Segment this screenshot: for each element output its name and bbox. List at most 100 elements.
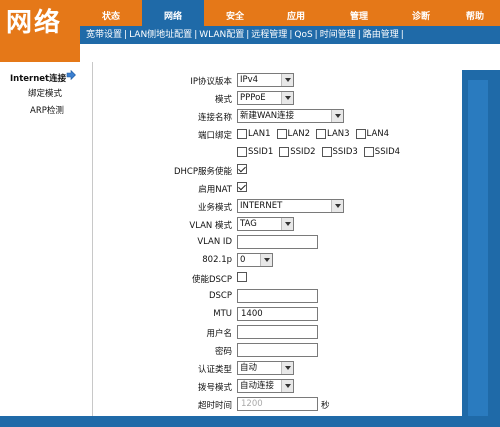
select-dial-mode[interactable]: 自动连接 — [237, 379, 294, 393]
checkbox-box[interactable] — [237, 129, 247, 139]
sub-nav: 宽带设置 | LAN侧地址配置 | WLAN配置 | 远程管理 | QoS | 时间管理 | 路由管理 | — [80, 26, 500, 44]
row-mode: 模式 PPPoE — [92, 91, 462, 107]
label-dial-mode: 拨号模式 — [197, 383, 232, 393]
chevron-down-icon — [281, 74, 293, 86]
row-auth-type: 认证类型 自动 — [92, 361, 462, 377]
select-vlan-mode[interactable]: TAG — [237, 217, 294, 231]
chevron-down-icon — [331, 110, 343, 122]
select-value: TAG — [240, 219, 257, 229]
subnav-item-remote[interactable]: 远程管理 — [251, 30, 287, 40]
nav-item-management[interactable]: 管理 — [326, 0, 392, 26]
subnav-item-time[interactable]: 时间管理 — [320, 30, 356, 40]
checkbox-ssid1[interactable]: SSID1 — [237, 147, 273, 157]
select-8021p[interactable]: 0 — [237, 253, 273, 267]
select-value: 自动 — [240, 363, 258, 373]
label-auth-type: 认证类型 — [197, 365, 232, 375]
nav-item-application[interactable]: 应用 — [266, 0, 326, 26]
row-conn-name: 连接名称 新建WAN连接 — [92, 109, 462, 125]
select-conn-name[interactable]: 新建WAN连接 — [237, 109, 344, 123]
label-mode: 模式 — [214, 95, 232, 105]
checkbox-lan4[interactable]: LAN4 — [355, 129, 390, 139]
nav-item-diagnostics[interactable]: 诊断 — [392, 0, 450, 26]
ssid-checkbox-group: SSID1 SSID2 SSID3 SSID4 — [237, 145, 406, 159]
subnav-item-route[interactable]: 路由管理 — [363, 30, 399, 40]
chevron-down-icon — [281, 380, 293, 392]
row-nat: 启用NAT — [92, 181, 462, 197]
row-dscp: DSCP — [92, 289, 462, 305]
label-ip-version: IP协议版本 — [190, 77, 232, 87]
sidebar-item-internet[interactable]: Internet连接 — [10, 72, 66, 84]
label-8021p: 802.1p — [202, 255, 232, 265]
input-mtu[interactable]: 1400 — [237, 307, 318, 321]
row-dhcp: DHCP服务使能 — [92, 163, 462, 179]
chevron-down-icon — [331, 200, 343, 212]
bottom-bar — [0, 416, 500, 427]
checkbox-ssid4[interactable]: SSID4 — [363, 147, 401, 157]
label-vlan-id: VLAN ID — [197, 237, 232, 247]
select-mode[interactable]: PPPoE — [237, 91, 294, 105]
checkbox-lan1[interactable]: LAN1 — [237, 129, 271, 139]
subnav-item-broadband[interactable]: 宽带设置 — [86, 30, 122, 40]
row-port-bind: 端口绑定 LAN1 LAN2 LAN3 LAN4 — [92, 127, 462, 143]
checkbox-lan3[interactable]: LAN3 — [316, 129, 350, 139]
input-dscp[interactable] — [237, 289, 318, 303]
subnav-separator: | — [357, 30, 361, 40]
label-mtu: MTU — [213, 309, 232, 319]
nav-item-security[interactable]: 安全 — [204, 0, 266, 26]
select-value: PPPoE — [240, 93, 266, 103]
checkbox-ssid3[interactable]: SSID3 — [321, 147, 358, 157]
checkbox-label: SSID4 — [374, 147, 401, 157]
select-ip-version[interactable]: IPv4 — [237, 73, 294, 87]
input-timeout[interactable]: 1200 — [237, 397, 318, 411]
row-username: 用户名 — [92, 325, 462, 341]
row-mtu: MTU 1400 — [92, 307, 462, 323]
select-service-mode[interactable]: INTERNET — [237, 199, 344, 213]
checkbox-box[interactable] — [237, 147, 247, 157]
checkbox-label: SSID2 — [290, 147, 316, 157]
checkbox-box[interactable] — [276, 129, 287, 139]
checkbox-box[interactable] — [321, 147, 332, 157]
input-username[interactable] — [237, 325, 318, 339]
checkbox-label: SSID1 — [248, 147, 274, 157]
sidebar-item-arp[interactable]: ARP检测 — [30, 104, 64, 116]
label-timeout: 超时时间 — [197, 401, 232, 411]
checkbox-box[interactable] — [355, 129, 366, 139]
row-8021p: 802.1p 0 — [92, 253, 462, 269]
checkbox-label: SSID3 — [332, 147, 358, 157]
arrow-right-icon — [66, 70, 76, 80]
select-value: IPv4 — [240, 75, 259, 85]
checkbox-dscp-enable[interactable] — [237, 272, 247, 286]
checkbox-box[interactable] — [279, 147, 290, 157]
nav-item-help[interactable]: 帮助 — [450, 0, 500, 26]
label-username: 用户名 — [206, 329, 232, 339]
checkbox-box[interactable] — [237, 272, 247, 282]
checkbox-dhcp[interactable] — [237, 164, 247, 178]
label-dscp: DSCP — [208, 291, 232, 301]
checkbox-lan2[interactable]: LAN2 — [276, 129, 310, 139]
checkbox-nat[interactable] — [237, 182, 247, 196]
checkbox-box[interactable] — [237, 164, 247, 174]
subnav-separator: | — [400, 30, 404, 40]
select-auth-type[interactable]: 自动 — [237, 361, 294, 375]
sidebar-item-bind-mode[interactable]: 绑定模式 — [28, 87, 62, 99]
label-nat: 启用NAT — [198, 185, 232, 195]
nav-item-status[interactable]: 状态 — [80, 0, 142, 26]
checkbox-box[interactable] — [237, 182, 247, 192]
row-ssid-bind: SSID1 SSID2 SSID3 SSID4 — [92, 145, 462, 161]
subnav-item-lan[interactable]: LAN侧地址配置 — [129, 30, 192, 40]
checkbox-label: LAN4 — [366, 129, 390, 139]
subnav-item-qos[interactable]: QoS — [294, 30, 312, 40]
label-password: 密码 — [214, 347, 232, 357]
nav-item-network[interactable]: 网络 — [142, 0, 204, 26]
checkbox-label: LAN3 — [327, 129, 350, 139]
label-service-mode: 业务模式 — [197, 203, 232, 213]
checkbox-box[interactable] — [316, 129, 327, 139]
input-vlan-id[interactable] — [237, 235, 318, 249]
subnav-item-wlan[interactable]: WLAN配置 — [199, 30, 244, 40]
checkbox-ssid2[interactable]: SSID2 — [279, 147, 316, 157]
row-dscp-enable: 使能DSCP — [92, 271, 462, 287]
input-password[interactable] — [237, 343, 318, 357]
select-value: 0 — [240, 255, 246, 265]
checkbox-box[interactable] — [363, 147, 374, 157]
subnav-separator: | — [289, 30, 293, 40]
